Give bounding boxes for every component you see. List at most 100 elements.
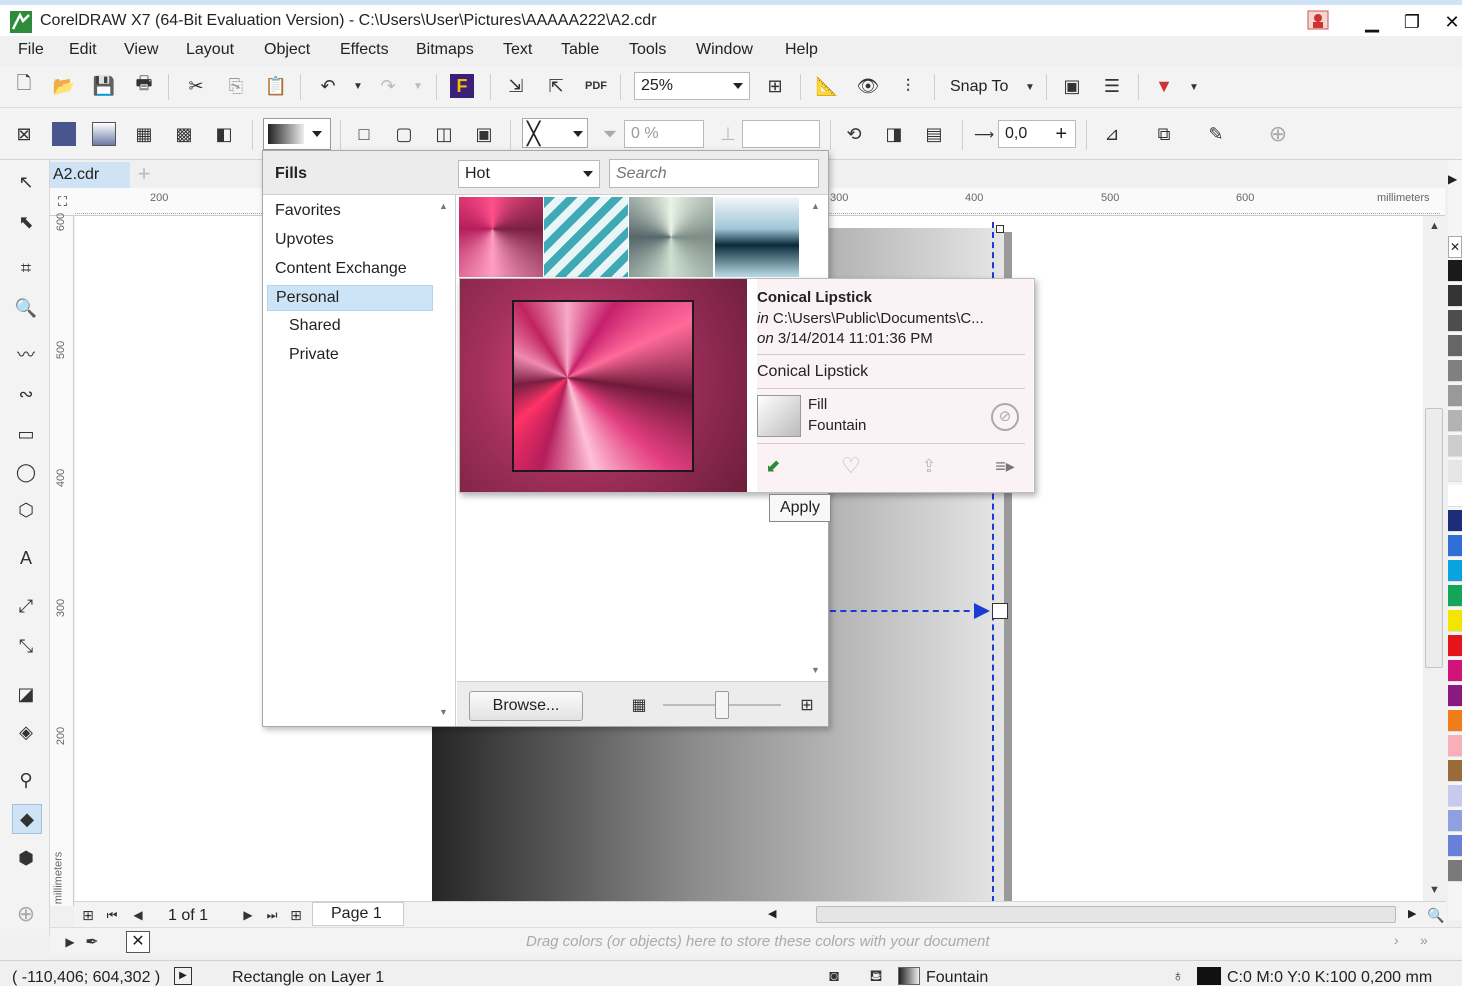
acceleration-field[interactable]: 0,0 +: [998, 120, 1076, 148]
vertical-scroll-thumb[interactable]: [1425, 408, 1443, 668]
smoothing-icon[interactable]: ▤: [922, 122, 946, 146]
palette-swatch[interactable]: [1448, 735, 1462, 757]
fill-thumbnail-chrome[interactable]: [715, 197, 799, 277]
first-page-icon[interactable]: ⏮: [100, 903, 124, 927]
copy-icon[interactable]: ⎘: [224, 74, 248, 98]
source-item-personal[interactable]: Personal: [267, 285, 433, 311]
print-icon[interactable]: 🖶: [132, 73, 156, 98]
menu-table[interactable]: Table: [561, 41, 599, 59]
fountain-fill-icon[interactable]: [92, 122, 116, 146]
vertical-scrollbar[interactable]: ▲ ▼: [1423, 216, 1445, 901]
interactive-fill-tool-icon[interactable]: ◆: [12, 804, 42, 834]
publish-pdf-icon[interactable]: PDF: [584, 74, 608, 98]
horizontal-scroll-thumb[interactable]: [816, 906, 1396, 923]
palette-swatch[interactable]: [1448, 585, 1462, 607]
open-folder-icon[interactable]: 📂: [52, 74, 76, 98]
palette-swatch[interactable]: [1448, 610, 1462, 632]
palette-swatch[interactable]: [1448, 460, 1462, 482]
apply-fill-icon[interactable]: ⬋: [761, 454, 785, 478]
share-icon[interactable]: ⇪: [917, 454, 941, 478]
outline-color-swatch[interactable]: [1197, 967, 1221, 985]
palette-swatch[interactable]: [1448, 685, 1462, 707]
redo-dropdown-icon[interactable]: ▼: [406, 74, 430, 98]
search-content-icon[interactable]: F: [450, 74, 474, 98]
grid-scroll-up-icon[interactable]: ▲: [811, 201, 820, 211]
menu-effects[interactable]: Effects: [340, 41, 389, 59]
minimize-icon[interactable]: ▁: [1357, 9, 1387, 35]
add-tool-icon[interactable]: ⊕: [14, 901, 38, 926]
palette-swatch[interactable]: [1448, 410, 1462, 432]
zoom-level-combo[interactable]: 25%: [634, 72, 750, 100]
new-tab-icon[interactable]: +: [132, 162, 156, 188]
status-fill-swatch[interactable]: [898, 967, 920, 985]
rectangle-tool-icon[interactable]: ▭: [14, 422, 38, 446]
add-icon[interactable]: ⊕: [1266, 121, 1290, 146]
palette-swatch[interactable]: [1448, 260, 1462, 282]
close-icon[interactable]: ✕: [1437, 9, 1462, 35]
vector-pattern-fill-icon[interactable]: ▦: [132, 122, 156, 146]
palette-swatch[interactable]: [1448, 510, 1462, 532]
restore-icon[interactable]: ❐: [1397, 9, 1427, 35]
fill-width-node[interactable]: [996, 225, 1004, 233]
text-tool-icon[interactable]: A: [14, 546, 38, 570]
import-icon[interactable]: ⇲: [504, 74, 528, 98]
scroll-right-icon[interactable]: ▶: [1408, 907, 1416, 920]
zoom-fit-icon[interactable]: ⊞: [763, 74, 787, 98]
menu-view[interactable]: View: [124, 41, 158, 59]
palette-swatch[interactable]: [1448, 360, 1462, 382]
guidelines-icon[interactable]: ⫶: [896, 74, 920, 98]
snap-to-label[interactable]: Snap To: [950, 78, 1008, 96]
outline-pen-icon[interactable]: ♁: [1166, 965, 1190, 986]
status-expand-icon[interactable]: ▶: [174, 967, 192, 985]
menu-window[interactable]: Window: [696, 41, 753, 59]
menu-file[interactable]: File: [18, 41, 44, 59]
new-document-icon[interactable]: 🗋: [12, 73, 36, 98]
palette-swatch[interactable]: [1448, 310, 1462, 332]
fill-mode-icon[interactable]: ◨: [882, 122, 906, 146]
palette-no-color-icon[interactable]: ✕: [1448, 236, 1462, 258]
reverse-fill-icon[interactable]: ⟲: [842, 122, 866, 146]
thumbnail-size-slider-handle[interactable]: [715, 691, 729, 719]
redo-icon[interactable]: ↷: [376, 74, 400, 98]
list-scroll-down-icon[interactable]: ▼: [439, 707, 448, 717]
fill-thumbnail-conical-lipstick[interactable]: [459, 197, 543, 277]
zoom-tool-icon[interactable]: 🔍: [14, 296, 38, 320]
polygon-tool-icon[interactable]: ⬡: [14, 498, 38, 522]
rulers-icon[interactable]: 📐: [815, 74, 839, 98]
palette-expand-icon[interactable]: ▶: [1448, 172, 1457, 186]
palette-swatch[interactable]: [1448, 810, 1462, 832]
status-view-icon[interactable]: ◙: [822, 965, 846, 986]
palette-swatch[interactable]: [1448, 835, 1462, 857]
list-scroll-up-icon[interactable]: ▲: [439, 201, 448, 211]
export-icon[interactable]: ⇱: [544, 74, 568, 98]
connector-tool-icon[interactable]: ⤡: [14, 634, 38, 658]
save-icon[interactable]: 💾: [92, 74, 116, 98]
palette-swatch[interactable]: [1448, 660, 1462, 682]
palette-scroll-icon[interactable]: ›: [1394, 932, 1399, 948]
freehand-tool-icon[interactable]: 〰: [14, 342, 38, 366]
view-mode-icon[interactable]: 👁: [856, 74, 880, 98]
scroll-left-icon[interactable]: ◀: [768, 907, 776, 920]
palette-swatch[interactable]: [1448, 335, 1462, 357]
fill-thumbnail-stripes[interactable]: [544, 197, 628, 277]
launcher-dropdown-icon[interactable]: ▼: [1182, 75, 1206, 99]
application-launcher-icon[interactable]: ▼: [1152, 74, 1176, 98]
undo-icon[interactable]: ↶: [316, 74, 340, 98]
free-scale-icon[interactable]: ⊿: [1100, 122, 1124, 146]
palette-swatch[interactable]: [1448, 435, 1462, 457]
menu-edit[interactable]: Edit: [69, 41, 97, 59]
no-fill-icon[interactable]: ⊠: [12, 122, 36, 146]
zoom-navigator-icon[interactable]: 🔍: [1424, 903, 1448, 927]
pick-tool-icon[interactable]: ↖: [14, 170, 38, 194]
menu-help[interactable]: Help: [785, 41, 818, 59]
add-page-after-icon[interactable]: ⊞: [284, 903, 308, 927]
scroll-down-icon[interactable]: ▼: [1429, 884, 1440, 896]
bitmap-pattern-fill-icon[interactable]: ▩: [172, 122, 196, 146]
browse-button[interactable]: Browse...: [469, 691, 583, 721]
ruler-origin-icon[interactable]: ⛶: [58, 194, 67, 210]
last-page-icon[interactable]: ⏭: [260, 903, 284, 927]
source-item-upvotes[interactable]: Upvotes: [267, 228, 433, 254]
ellipse-tool-icon[interactable]: ◯: [14, 460, 38, 484]
palette-swatch[interactable]: [1448, 560, 1462, 582]
palette-swatch[interactable]: [1448, 535, 1462, 557]
